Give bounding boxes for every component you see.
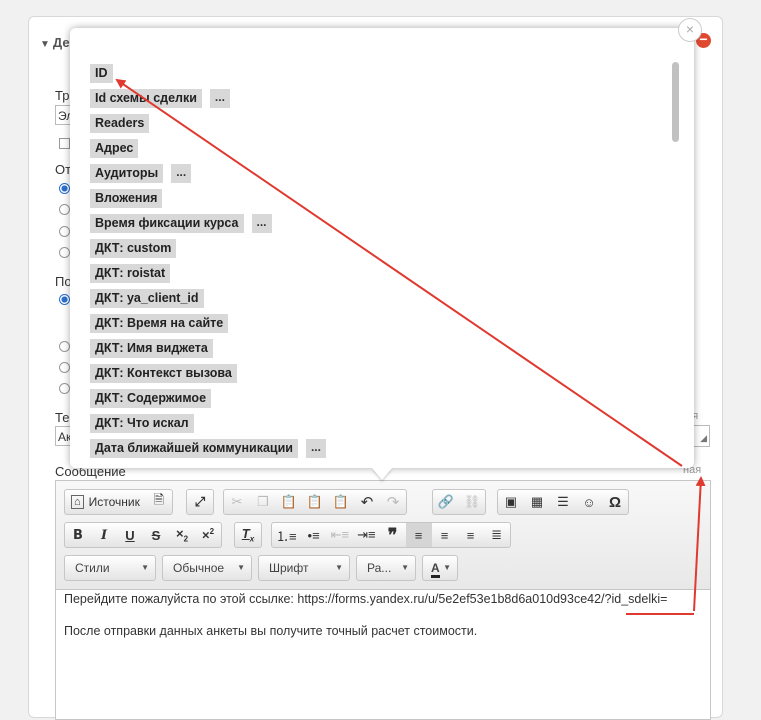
arrow-to-field <box>693 476 706 612</box>
annotation-arrows <box>115 78 706 612</box>
arrow-to-id <box>115 78 683 467</box>
